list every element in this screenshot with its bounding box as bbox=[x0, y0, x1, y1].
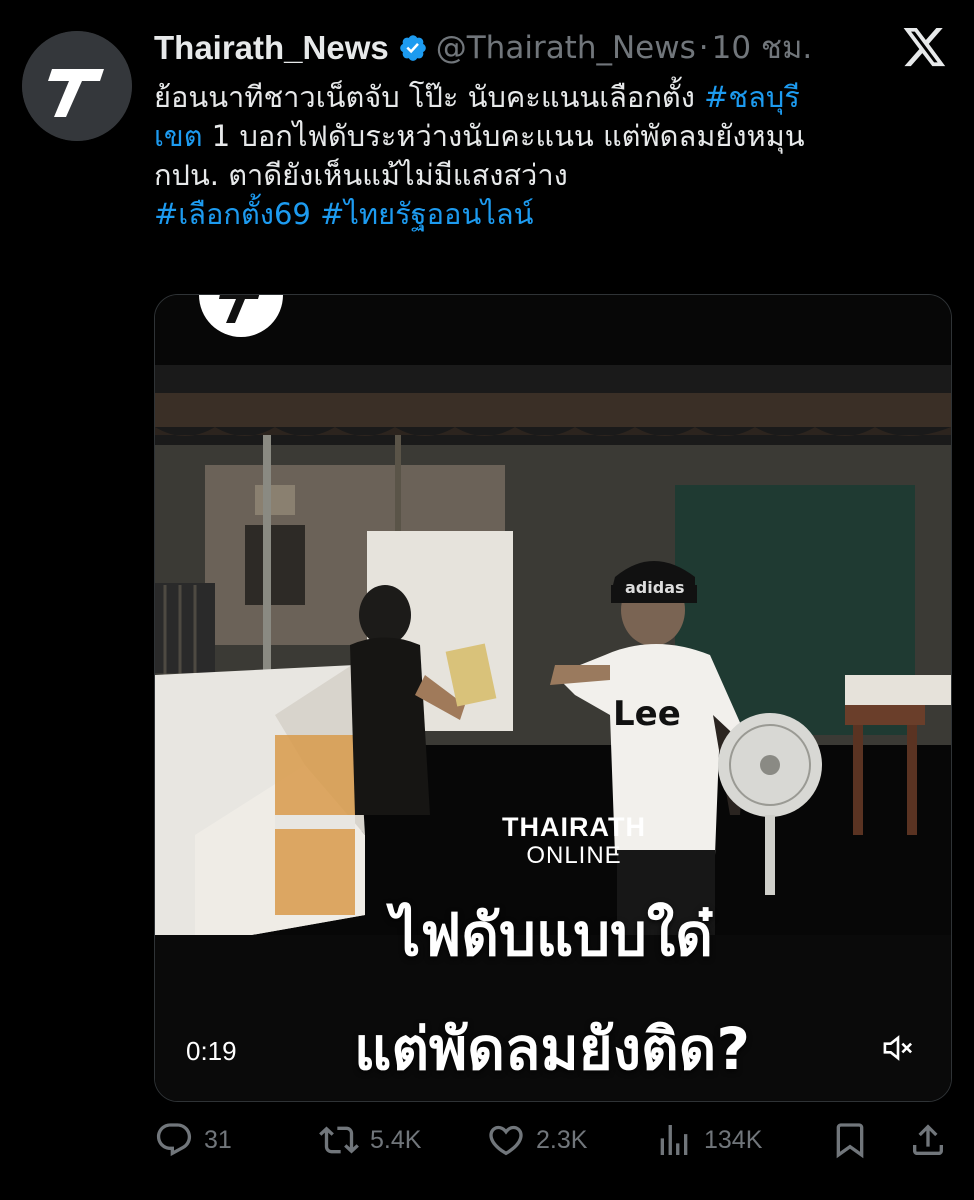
share-button[interactable] bbox=[908, 1120, 958, 1160]
shirt-text: Lee bbox=[613, 694, 681, 734]
repost-count: 5.4K bbox=[370, 1125, 422, 1154]
tweet-header: Thairath_News @Thairath_News · 10 ชม. bbox=[154, 26, 812, 70]
muted-speaker-icon[interactable] bbox=[880, 1032, 916, 1068]
tweet-line-4: #เลือกตั้ง69 #ไทยรัฐออนไลน์ bbox=[154, 195, 954, 234]
reply-button[interactable]: 31 bbox=[154, 1120, 232, 1160]
hashtag-link[interactable]: #เลือกตั้ง69 #ไทยรัฐออนไลน์ bbox=[154, 197, 533, 231]
like-count: 2.3K bbox=[536, 1125, 588, 1154]
tweet-text-segment: 1 บอกไฟดับระหว่างนับคะแนน แต่พัดลมยังหมุ… bbox=[202, 119, 805, 153]
tweet-line-2: เขต 1 บอกไฟดับระหว่างนับคะแนน แต่พัดลมยั… bbox=[154, 117, 954, 156]
views-icon bbox=[660, 1125, 688, 1155]
like-button[interactable]: 2.3K bbox=[486, 1120, 587, 1160]
hashtag-link[interactable]: #ชลบุรี bbox=[704, 80, 800, 114]
views-button[interactable]: 134K bbox=[654, 1120, 762, 1160]
repost-icon bbox=[319, 1126, 359, 1154]
timestamp[interactable]: 10 ชม. bbox=[712, 26, 813, 70]
tweet-text-segment: กปน. ตาดียังเห็นแม้ไม่มีแสงสว่าง bbox=[154, 158, 568, 192]
bookmark-icon bbox=[836, 1123, 864, 1159]
video-duration: 0:19 bbox=[186, 1036, 237, 1066]
separator-dot: · bbox=[698, 30, 709, 66]
tweet-text-segment: ย้อนนาทีชาวเน็ตจับ โป๊ะ นับคะแนนเลือกตั้… bbox=[154, 80, 705, 114]
repost-button[interactable]: 5.4K bbox=[318, 1120, 421, 1160]
video-caption-line2: แต่พัดลมยังติด? bbox=[353, 1015, 750, 1083]
cap-text: adidas bbox=[625, 578, 685, 597]
bookmark-button[interactable] bbox=[830, 1120, 880, 1160]
verified-badge-icon bbox=[398, 33, 428, 63]
tweet-text: ย้อนนาทีชาวเน็ตจับ โป๊ะ นับคะแนนเลือกตั้… bbox=[154, 78, 954, 234]
tweet-line-1: ย้อนนาทีชาวเน็ตจับ โป๊ะ นับคะแนนเลือกตั้… bbox=[154, 78, 954, 117]
tweet-line-3: กปน. ตาดียังเห็นแม้ไม่มีแสงสว่าง bbox=[154, 156, 954, 195]
share-icon bbox=[913, 1124, 943, 1155]
video-frame: Lee adidas bbox=[155, 295, 951, 1101]
watermark-line2: ONLINE bbox=[526, 842, 622, 869]
handle[interactable]: @Thairath_News bbox=[436, 26, 696, 70]
watermark-line1: THAIRATH bbox=[502, 812, 646, 842]
views-count: 134K bbox=[704, 1125, 763, 1154]
heart-icon bbox=[489, 1125, 523, 1156]
video-watermark: THAIRATH ONLINE bbox=[454, 812, 694, 870]
thairath-logo-icon bbox=[22, 31, 132, 141]
video-caption-line1: ไฟดับแบบใด๋ bbox=[391, 901, 713, 969]
reply-icon bbox=[156, 1123, 192, 1157]
display-name[interactable]: Thairath_News bbox=[154, 26, 389, 70]
reply-count: 31 bbox=[204, 1125, 232, 1154]
action-bar: 31 5.4K 2.3K 134K bbox=[154, 1120, 950, 1170]
avatar[interactable] bbox=[22, 31, 132, 141]
video-player[interactable]: Lee adidas bbox=[154, 294, 952, 1102]
x-logo-icon[interactable] bbox=[903, 28, 947, 72]
hashtag-link[interactable]: เขต bbox=[154, 119, 203, 153]
